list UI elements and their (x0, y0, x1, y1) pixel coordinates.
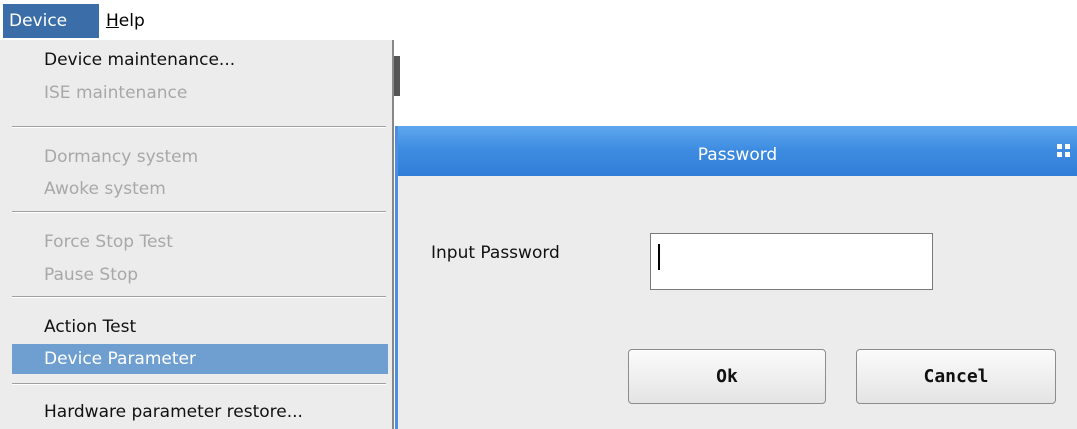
menu-item-awoke-system: Awoke system (44, 179, 166, 199)
menu-item-device-maintenance[interactable]: Device maintenance... (12, 45, 388, 75)
menu-item-action-test[interactable]: Action Test (12, 312, 388, 342)
help-mnemonic: H (106, 11, 119, 31)
dialog-titlebar[interactable]: Password (398, 126, 1077, 176)
menu-item-hardware-parameter-restore[interactable]: Hardware parameter restore... (12, 397, 388, 427)
menu-item-pause-stop: Pause Stop (44, 265, 139, 285)
dialog-title: Password (697, 145, 778, 165)
device-dropdown-menu: Device maintenance... ISE maintenance Do… (0, 40, 400, 429)
ok-button[interactable]: Ok (628, 349, 826, 404)
menu-separator (12, 211, 386, 213)
menu-separator (12, 296, 386, 298)
menu-separator (12, 383, 386, 385)
text-caret (658, 244, 660, 270)
grid-icon[interactable] (1057, 144, 1071, 158)
menu-bar: Device Help (0, 0, 400, 40)
menu-item-dormancy-system: Dormancy system (44, 147, 199, 167)
menu-item-force-stop-test: Force Stop Test (44, 232, 173, 252)
menu-help[interactable]: Help (100, 4, 151, 38)
help-label-rest: elp (118, 11, 145, 31)
menu-item-device-parameter[interactable]: Device Parameter (12, 344, 388, 374)
cancel-button[interactable]: Cancel (856, 349, 1056, 404)
password-input[interactable] (650, 233, 933, 290)
password-dialog: Password Input Password Ok Cancel (395, 126, 1077, 429)
menu-separator (12, 126, 386, 128)
menu-item-ise-maintenance: ISE maintenance (44, 83, 188, 103)
input-password-label: Input Password (431, 243, 560, 263)
menu-device[interactable]: Device (3, 4, 99, 38)
